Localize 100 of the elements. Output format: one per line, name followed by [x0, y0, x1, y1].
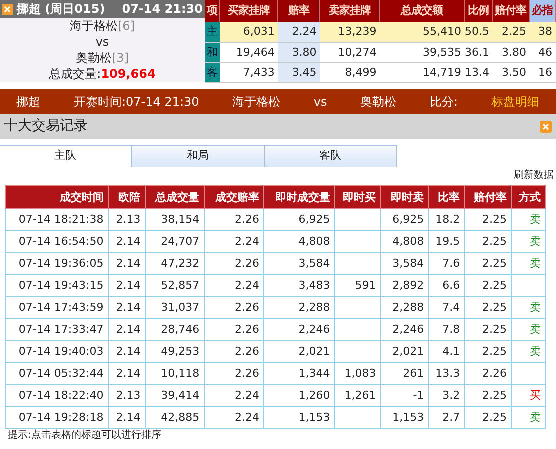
table-cell: 07-14 19:36:05: [18, 257, 104, 270]
column-header[interactable]: 总成交额: [380, 0, 464, 22]
table-cell: 49,253: [161, 345, 200, 358]
table-cell: 2.26: [234, 367, 260, 380]
table-cell: 2.25: [482, 257, 508, 270]
table-cell: 39,535: [380, 42, 464, 62]
column-header[interactable]: 方式: [512, 186, 546, 208]
table-cell: 2.24: [234, 389, 260, 402]
column-header[interactable]: 项: [205, 0, 220, 22]
table-cell: 10,118: [161, 367, 200, 380]
info-text: 开赛时间:07-14 21:30: [74, 94, 200, 110]
column-header[interactable]: 卖家挂牌: [320, 0, 380, 22]
table-cell: 2.14: [116, 367, 141, 380]
column-header[interactable]: 比例: [464, 0, 492, 22]
trade-side: 卖: [530, 345, 541, 358]
table-cell: 13,239: [320, 22, 380, 42]
table-cell: 7.4: [442, 301, 460, 314]
table-cell: 31,037: [161, 301, 200, 314]
column-header[interactable]: 赔付率: [492, 0, 530, 22]
table-cell: 2,246: [392, 323, 424, 336]
table-cell: 7,433: [220, 62, 278, 82]
table-cell: 2.14: [116, 257, 141, 270]
table-cell: 和: [205, 42, 220, 62]
table-cell: 2,021: [392, 345, 424, 358]
table-cell: 2.25: [482, 323, 508, 336]
table-cell: 24,707: [161, 235, 200, 248]
column-header[interactable]: 即时卖: [380, 186, 429, 208]
trade-side: 卖: [530, 411, 541, 424]
table-cell: 2.13: [116, 389, 141, 402]
column-header[interactable]: 即时成交量: [264, 186, 335, 208]
table-cell: 2.14: [116, 345, 141, 358]
table-cell: 14,719: [380, 62, 464, 82]
table-cell: 16: [529, 62, 556, 82]
tab[interactable]: 和局: [132, 145, 265, 167]
match-time: 07-14 21:30: [122, 1, 203, 18]
table-cell: 2.24: [234, 411, 260, 424]
column-header[interactable]: 必指: [529, 0, 556, 22]
table-cell: 07-14 17:43:59: [18, 301, 104, 314]
away-team: 奥勒松: [76, 51, 112, 65]
table-cell: 客: [205, 62, 220, 82]
column-header[interactable]: 成交时间: [6, 186, 108, 208]
column-header[interactable]: 成交赔率: [204, 186, 264, 208]
table-cell: 4,808: [392, 235, 424, 248]
column-header[interactable]: 赔付率: [464, 186, 512, 208]
table-cell: 07-14 19:43:15: [18, 279, 104, 292]
table-cell: 2.26: [234, 301, 260, 314]
info-text: vs: [314, 94, 328, 110]
column-header[interactable]: 买家挂牌: [220, 0, 278, 22]
table-cell: 39,414: [161, 389, 200, 402]
table-cell: 6,925: [298, 213, 330, 226]
table-cell: 07-14 17:33:47: [18, 323, 104, 336]
table-cell: 8,499: [320, 62, 380, 82]
table-cell: 13.3: [436, 367, 460, 380]
volume-label: 总成交量:: [49, 67, 102, 81]
table-cell: 2.24: [234, 279, 260, 292]
panel-title: 十大交易记录: [4, 117, 88, 136]
table-cell: 2.14: [116, 235, 141, 248]
table-cell: 591: [355, 279, 376, 292]
table-cell: 47,232: [161, 257, 200, 270]
table-cell: 1,083: [344, 367, 376, 380]
table-cell: 6,031: [220, 22, 278, 42]
table-cell: 2.26: [234, 323, 260, 336]
team-rank: [3]: [112, 51, 129, 65]
trade-side: 买: [530, 389, 541, 402]
refresh-link[interactable]: 刷新数据: [514, 170, 554, 182]
table-cell: 19.5: [436, 235, 460, 248]
table-cell: 2,288: [392, 301, 424, 314]
trade-side: 卖: [530, 257, 541, 270]
tab[interactable]: 主队: [0, 145, 132, 167]
column-header[interactable]: 比率: [428, 186, 465, 208]
table-cell: 55,410: [380, 22, 464, 42]
details-link[interactable]: 标盘明细: [491, 92, 540, 110]
table-cell: 2.14: [116, 411, 141, 424]
table-cell: 18.2: [436, 213, 460, 226]
column-header[interactable]: 即时买: [334, 186, 381, 208]
column-header[interactable]: 赔率: [278, 0, 320, 22]
trade-side: 卖: [530, 235, 541, 248]
tab[interactable]: 客队: [264, 145, 397, 167]
table-cell: 36.1: [464, 42, 492, 62]
table-cell: 07-14 18:21:38: [18, 213, 104, 226]
table-cell: 3.80: [492, 42, 530, 62]
close-icon[interactable]: [2, 4, 13, 14]
trade-side: 卖: [530, 213, 541, 226]
table-cell: 2.26: [482, 367, 508, 380]
table-cell: 2.26: [234, 213, 260, 226]
column-header[interactable]: 总成交量: [145, 186, 204, 208]
table-cell: 261: [403, 367, 424, 380]
table-cell: 2.26: [234, 257, 260, 270]
table-cell: 50.5: [464, 22, 492, 42]
table-cell: 46: [529, 42, 556, 62]
total-volume: 109,664: [101, 67, 156, 81]
table-cell: 2.26: [234, 345, 260, 358]
versus-label: vs: [96, 34, 110, 50]
table-cell: 2.25: [482, 411, 508, 424]
table-cell: 6,925: [392, 213, 424, 226]
column-header[interactable]: 欧陪: [108, 186, 146, 208]
table-cell: 2,021: [298, 345, 330, 358]
table-cell: 2,288: [298, 301, 330, 314]
table-cell: 主: [205, 22, 220, 42]
info-text: 奥勒松: [360, 94, 397, 110]
